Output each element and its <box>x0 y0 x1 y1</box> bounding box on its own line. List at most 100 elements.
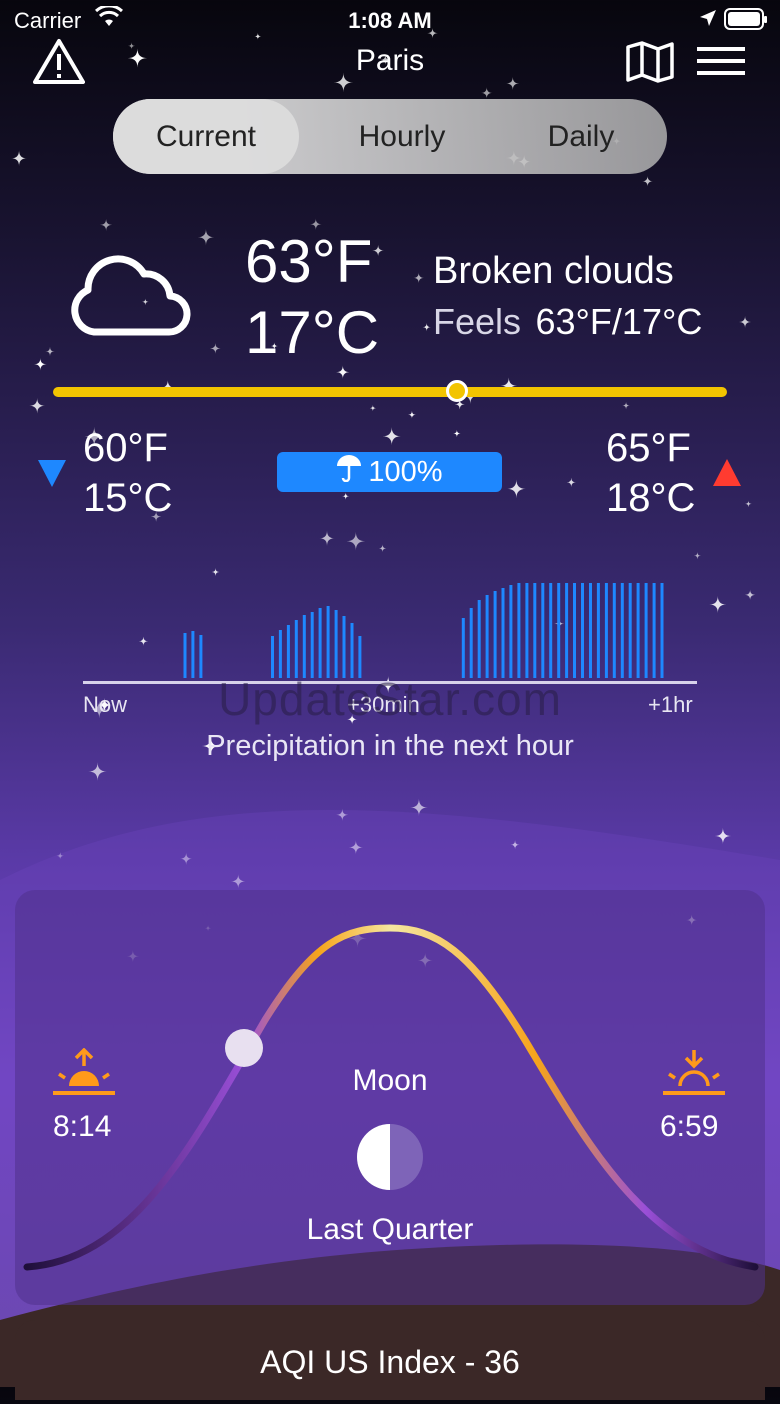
high-temp-c: 18°C <box>606 476 696 520</box>
star <box>453 429 461 438</box>
star <box>507 479 526 499</box>
feels-value: 63°F/17°C <box>535 301 703 342</box>
location-arrow-icon <box>698 8 718 34</box>
low-temp-f: 60°F <box>83 426 168 470</box>
precip-bar <box>191 631 195 678</box>
precip-bar <box>342 616 346 678</box>
low-temp-c: 15°C <box>83 476 173 520</box>
precip-bar <box>525 583 529 678</box>
aqi-label: AQI US Index - 36 <box>260 1344 520 1380</box>
cloud-icon <box>66 252 192 343</box>
star <box>622 402 630 410</box>
precip-bar <box>636 583 640 678</box>
precip-bar <box>294 620 298 678</box>
star <box>231 874 246 889</box>
star <box>336 808 349 822</box>
menu-icon[interactable] <box>697 47 745 80</box>
umbrella-icon <box>336 453 362 493</box>
star <box>88 762 107 781</box>
precip-bar <box>533 583 537 678</box>
map-icon[interactable] <box>626 41 674 88</box>
star <box>693 552 702 560</box>
star <box>745 500 752 508</box>
star <box>480 87 493 99</box>
sunrise-time: 8:14 <box>53 1110 112 1143</box>
star <box>336 365 350 379</box>
star <box>210 343 221 354</box>
aqi-card[interactable]: AQI US Index - 36 <box>15 1320 765 1400</box>
low-arrow-icon <box>37 458 67 493</box>
temp-range-marker <box>446 380 469 402</box>
precip-bar <box>485 595 489 678</box>
battery-icon <box>724 7 768 37</box>
star <box>369 405 376 412</box>
precip-bar <box>628 583 632 678</box>
precip-bar <box>557 583 561 678</box>
tab-daily[interactable]: Daily <box>495 99 667 174</box>
precip-bar <box>477 600 481 678</box>
high-temp-f: 65°F <box>606 426 691 470</box>
star <box>179 852 193 866</box>
precip-bar <box>541 583 545 678</box>
precip-bar <box>596 583 600 678</box>
star <box>422 323 431 332</box>
precip-bar <box>660 583 664 678</box>
precip-bar <box>310 612 314 678</box>
precip-chart-title: Precipitation in the next hour <box>206 730 574 762</box>
sunset-icon <box>663 1048 725 1105</box>
precip-bar <box>565 583 569 678</box>
star <box>382 427 401 446</box>
star <box>506 77 520 91</box>
temp-celsius: 17°C <box>245 299 380 366</box>
star <box>346 531 366 551</box>
tab-hourly[interactable]: Hourly <box>309 99 495 174</box>
precip-bar <box>517 583 521 678</box>
clock: 1:08 AM <box>348 8 432 33</box>
precip-bar <box>652 583 656 678</box>
temp-range-track <box>53 387 727 397</box>
precip-bar <box>278 630 282 678</box>
watermark: UpdateStar.com <box>218 673 562 725</box>
star <box>34 357 47 371</box>
precip-bar <box>620 583 624 678</box>
precip-bar <box>469 608 473 678</box>
temp-fahrenheit: 63°F <box>245 228 373 295</box>
precip-bar <box>573 583 576 678</box>
precip-bar <box>509 585 513 678</box>
feels-label: Feels <box>433 301 522 342</box>
sun-moon-card: 8:14 Moon Last Quarter 6:59 <box>15 890 765 1305</box>
moon-phase-icon <box>356 1123 424 1196</box>
precip-bar <box>581 583 584 678</box>
condition-description: Broken clouds <box>433 250 674 292</box>
precip-chance-value: 100% <box>368 456 443 488</box>
precip-chart <box>183 583 664 678</box>
star <box>738 315 752 329</box>
precip-bar <box>461 618 465 678</box>
star <box>29 398 45 414</box>
precip-bar <box>612 583 616 678</box>
star <box>413 272 425 284</box>
precip-bar <box>318 608 322 678</box>
high-temp: 65°F 18°C <box>606 423 695 523</box>
star <box>319 530 335 547</box>
star <box>642 175 653 187</box>
star <box>348 840 363 855</box>
sun-position-marker <box>225 1029 263 1067</box>
tab-current[interactable]: Current <box>113 99 299 174</box>
star <box>510 840 520 850</box>
star <box>99 218 113 232</box>
precip-bar <box>549 583 553 678</box>
star <box>45 346 55 357</box>
precip-bar <box>350 623 354 678</box>
feels-like: Feels 63°F/17°C <box>433 301 702 343</box>
view-segmented-control: Current Hourly Daily <box>113 99 667 174</box>
star <box>342 492 350 500</box>
precip-bar <box>302 615 306 678</box>
star <box>566 477 576 488</box>
star <box>197 229 215 246</box>
star <box>11 150 27 167</box>
sunset-time: 6:59 <box>660 1110 719 1143</box>
star <box>372 244 384 257</box>
star <box>378 544 387 553</box>
precip-bar <box>589 583 592 678</box>
